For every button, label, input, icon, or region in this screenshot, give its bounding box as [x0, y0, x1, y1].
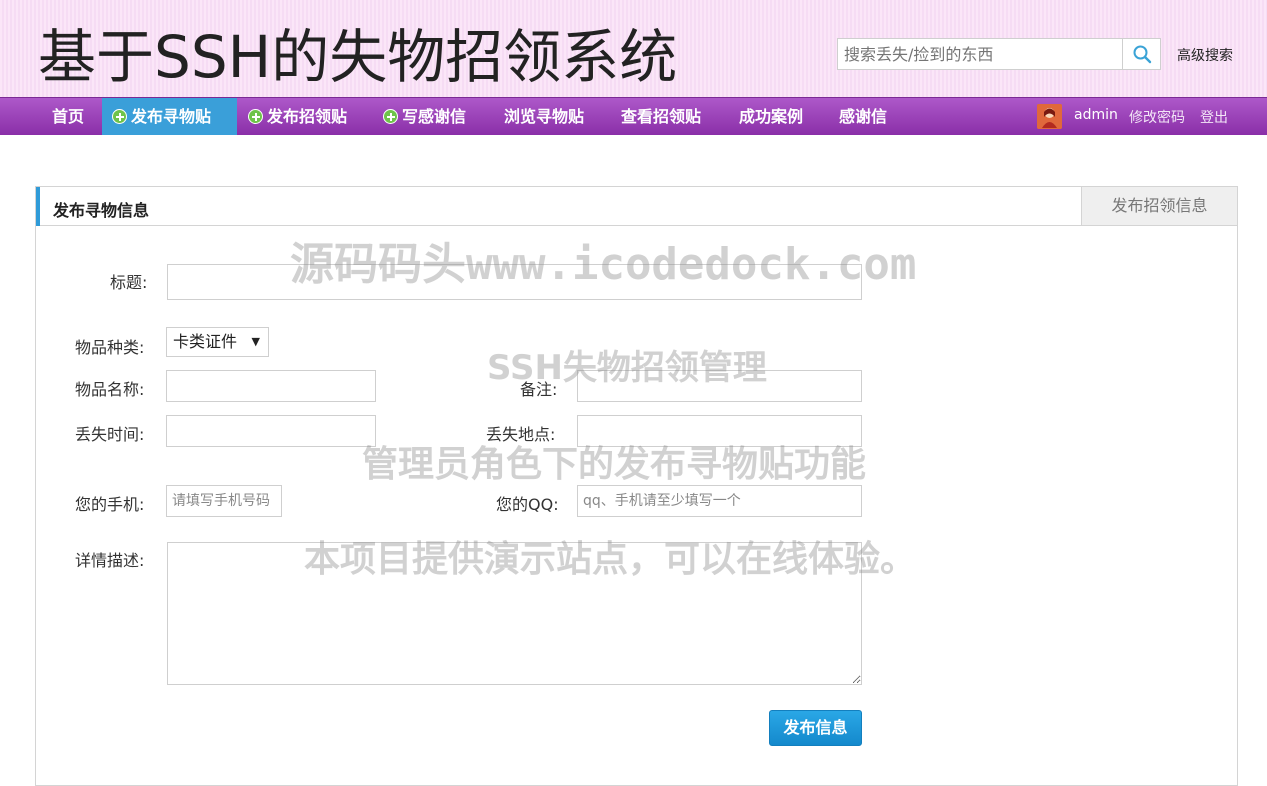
plus-icon: [248, 109, 263, 124]
change-password-link[interactable]: 修改密码: [1129, 107, 1185, 127]
title-label: 标题:: [110, 273, 148, 292]
nav-item-write-thanks[interactable]: 写感谢信: [383, 98, 466, 135]
lost-place-label: 丢失地点:: [486, 425, 556, 444]
nav-item-browse-lost[interactable]: 浏览寻物贴: [504, 98, 584, 135]
lost-time-label: 丢失时间:: [75, 425, 145, 444]
category-selected: 卡类证件: [173, 332, 238, 351]
panel-title: 发布寻物信息: [53, 201, 150, 220]
note-label: 备注:: [520, 380, 558, 399]
nav-item-label: 写感谢信: [402, 107, 467, 126]
nav-item-label: 成功案例: [739, 107, 804, 126]
lost-time-input[interactable]: [166, 415, 376, 447]
search-icon: [1133, 45, 1151, 64]
note-input[interactable]: [577, 370, 862, 402]
title-input[interactable]: [167, 264, 862, 300]
logout-link[interactable]: 登出: [1200, 107, 1228, 127]
qq-input[interactable]: [577, 485, 862, 517]
qq-label: 您的QQ:: [496, 495, 559, 514]
nav-item-label: 感谢信: [839, 107, 888, 126]
plus-icon: [112, 109, 127, 124]
panel-accent-bar: [36, 187, 40, 226]
search-button[interactable]: [1122, 38, 1161, 70]
item-name-input[interactable]: [166, 370, 376, 402]
avatar[interactable]: [1037, 104, 1062, 129]
site-header: 基于SSH的失物招领系统 高级搜索: [0, 0, 1267, 97]
plus-icon: [383, 109, 398, 124]
detail-textarea[interactable]: [167, 542, 862, 685]
nav-item-label: 浏览寻物贴: [504, 107, 585, 126]
nav-item-label: 查看招领贴: [621, 107, 702, 126]
category-label: 物品种类:: [75, 338, 145, 357]
site-title: 基于SSH的失物招领系统: [38, 23, 678, 91]
panel-header: 发布寻物信息 发布招领信息: [36, 187, 1237, 226]
nav-item-post-lost[interactable]: 发布寻物贴: [102, 98, 237, 135]
advanced-search-link[interactable]: 高级搜索: [1177, 45, 1233, 65]
phone-label: 您的手机:: [75, 495, 145, 514]
search-input[interactable]: [837, 38, 1123, 70]
nav-item-home[interactable]: 首页: [52, 98, 84, 135]
nav-item-success-cases[interactable]: 成功案例: [739, 98, 803, 135]
category-select[interactable]: 卡类证件 ▼: [166, 327, 269, 357]
detail-label: 详情描述:: [75, 551, 145, 570]
nav-item-label: 发布招领贴: [267, 107, 348, 126]
nav-item-label: 发布寻物贴: [131, 107, 212, 126]
nav-item-post-found[interactable]: 发布招领贴: [248, 98, 347, 135]
user-name[interactable]: admin: [1074, 107, 1118, 123]
lost-place-input[interactable]: [577, 415, 862, 447]
nav-item-view-found[interactable]: 查看招领贴: [621, 98, 701, 135]
nav-item-label: 首页: [52, 107, 85, 126]
dropdown-arrow-icon: ▼: [251, 335, 260, 348]
submit-button[interactable]: 发布信息: [769, 710, 862, 746]
user-avatar-icon: [1037, 104, 1062, 129]
phone-input[interactable]: [166, 485, 282, 517]
item-name-label: 物品名称:: [75, 380, 145, 399]
tab-post-found[interactable]: 发布招领信息: [1081, 187, 1237, 225]
nav-item-thanks-letters[interactable]: 感谢信: [839, 98, 887, 135]
